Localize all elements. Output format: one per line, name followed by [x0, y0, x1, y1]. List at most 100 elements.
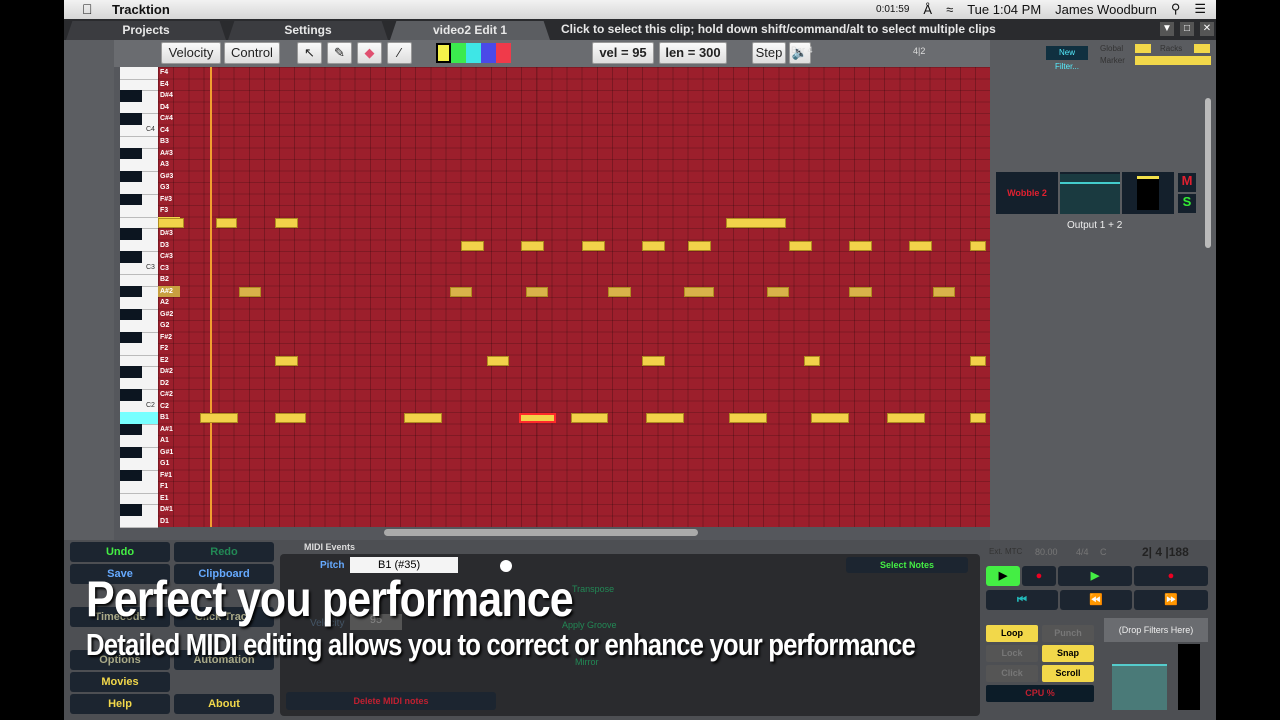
control-button[interactable]: Control	[224, 42, 280, 64]
record-button[interactable]: ●	[1134, 566, 1208, 586]
delete-notes-button[interactable]: Delete MIDI notes	[286, 692, 496, 710]
midi-note[interactable]	[215, 217, 238, 228]
record-mode-button[interactable]: ●	[1022, 566, 1056, 586]
mute-button[interactable]: M	[1178, 173, 1196, 192]
black-key[interactable]	[120, 366, 142, 378]
midi-note[interactable]	[275, 413, 306, 423]
racks-toggle[interactable]	[1194, 44, 1210, 53]
midi-note[interactable]	[969, 355, 987, 366]
maximize-button[interactable]: □	[1180, 22, 1194, 36]
eraser-tool-icon[interactable]: ◆	[357, 42, 382, 64]
midi-note[interactable]	[886, 413, 925, 423]
midi-note[interactable]	[849, 286, 872, 297]
scroll-toggle[interactable]: Scroll	[1042, 665, 1094, 682]
line-tool-icon[interactable]: ∕	[387, 42, 412, 64]
color-swatch[interactable]	[466, 43, 481, 63]
midi-note[interactable]	[200, 413, 239, 423]
black-key[interactable]	[120, 285, 142, 297]
go-to-start-button[interactable]: ⏮	[986, 590, 1058, 610]
transpose-button[interactable]: Transpose	[572, 584, 614, 594]
color-swatch[interactable]	[496, 43, 511, 63]
piano-roll-grid[interactable]: F4E4D#4D4C#4C4B3A#3A3G#3G3F#3F3E3D#3D3C#…	[158, 67, 990, 527]
midi-note[interactable]	[725, 217, 787, 228]
click-toggle[interactable]: Click	[986, 665, 1038, 682]
midi-note[interactable]	[933, 286, 956, 297]
apple-icon[interactable]: 	[82, 1, 93, 17]
midi-note[interactable]	[642, 240, 666, 251]
midi-note[interactable]	[570, 413, 609, 423]
key-display[interactable]: C	[1100, 547, 1107, 557]
movies-button[interactable]: Movies	[70, 672, 170, 692]
midi-note[interactable]	[789, 240, 813, 251]
midi-note[interactable]	[646, 413, 685, 423]
black-key[interactable]	[120, 423, 142, 435]
velocity-value[interactable]: vel = 95	[592, 42, 654, 64]
app-menu[interactable]: Tracktion	[112, 2, 170, 17]
user-name[interactable]: James Woodburn	[1055, 2, 1157, 17]
minimize-button[interactable]: ▼	[1160, 22, 1174, 36]
tab-settings[interactable]: Settings	[228, 21, 388, 40]
color-swatch[interactable]	[436, 43, 451, 63]
piano-keyboard[interactable]: C4 C3 C2	[120, 67, 158, 528]
black-key[interactable]	[120, 504, 142, 516]
solo-button[interactable]: S	[1178, 194, 1196, 213]
new-filter-button[interactable]: New Filter...	[1046, 46, 1088, 71]
notification-list-icon[interactable]: ☰	[1194, 1, 1206, 17]
ext-mtc-button[interactable]: Ext. MTC	[989, 547, 1022, 556]
midi-note[interactable]	[728, 413, 767, 423]
horizontal-scrollbar[interactable]	[384, 529, 698, 536]
midi-note[interactable]	[275, 217, 299, 228]
midi-note[interactable]	[460, 240, 484, 251]
black-key[interactable]	[120, 228, 142, 240]
midi-note[interactable]	[487, 355, 510, 366]
timesig-display[interactable]: 4/4	[1076, 547, 1089, 557]
midi-note[interactable]	[404, 413, 442, 423]
black-key[interactable]	[120, 193, 142, 205]
midi-note[interactable]	[766, 286, 790, 297]
spotlight-search-icon[interactable]: ⚲	[1171, 1, 1181, 17]
fast-forward-button[interactable]: ⏩	[1134, 590, 1208, 610]
help-button[interactable]: Help	[70, 694, 170, 714]
midi-note[interactable]	[642, 355, 666, 366]
midi-note[interactable]	[521, 240, 545, 251]
close-button[interactable]: ✕	[1200, 22, 1214, 36]
midi-note-selected[interactable]	[519, 413, 557, 423]
plugin-wobble[interactable]: Wobble 2	[996, 172, 1058, 214]
midi-note[interactable]	[687, 240, 711, 251]
play-button[interactable]: ▶	[1058, 566, 1132, 586]
marker-toggle[interactable]	[1135, 56, 1211, 65]
tempo-display[interactable]: 80.00	[1035, 547, 1058, 557]
black-key[interactable]	[120, 308, 142, 320]
black-key[interactable]	[120, 469, 142, 481]
global-toggle[interactable]	[1135, 44, 1151, 53]
velocity-button[interactable]: Velocity	[161, 42, 221, 64]
playhead[interactable]	[210, 67, 212, 527]
midi-note[interactable]	[811, 413, 850, 423]
timeline-ruler[interactable]: Bar 4 4|2	[789, 40, 989, 67]
black-key[interactable]	[120, 251, 142, 263]
drop-filters-area[interactable]: (Drop Filters Here)	[1104, 618, 1208, 642]
step-button[interactable]: Step	[752, 42, 786, 64]
snap-toggle[interactable]: Snap	[1042, 645, 1094, 662]
midi-note[interactable]	[158, 217, 185, 228]
midi-events-tab[interactable]: MIDI Events	[304, 542, 355, 552]
select-notes-button[interactable]: Select Notes	[846, 557, 968, 573]
black-key[interactable]	[120, 331, 142, 343]
black-key[interactable]	[120, 113, 142, 125]
punch-toggle[interactable]: Punch	[1042, 625, 1094, 642]
pencil-tool-icon[interactable]: ✎	[327, 42, 352, 64]
undo-button[interactable]: Undo	[70, 542, 170, 562]
midi-note[interactable]	[804, 355, 820, 366]
volume-plugin[interactable]	[1060, 172, 1120, 214]
redo-button[interactable]: Redo	[174, 542, 274, 562]
midi-note[interactable]	[908, 240, 932, 251]
pointer-tool-icon[interactable]: ↖	[297, 42, 322, 64]
lock-toggle[interactable]: Lock	[986, 645, 1038, 662]
midi-input-button[interactable]: ▶	[986, 566, 1020, 586]
midi-note[interactable]	[581, 240, 605, 251]
midi-note[interactable]	[608, 286, 632, 297]
master-volume[interactable]	[1112, 664, 1167, 710]
length-value[interactable]: len = 300	[659, 42, 727, 64]
tab-edit[interactable]: video2 Edit 1	[390, 21, 550, 40]
rewind-button[interactable]: ⏪	[1060, 590, 1132, 610]
